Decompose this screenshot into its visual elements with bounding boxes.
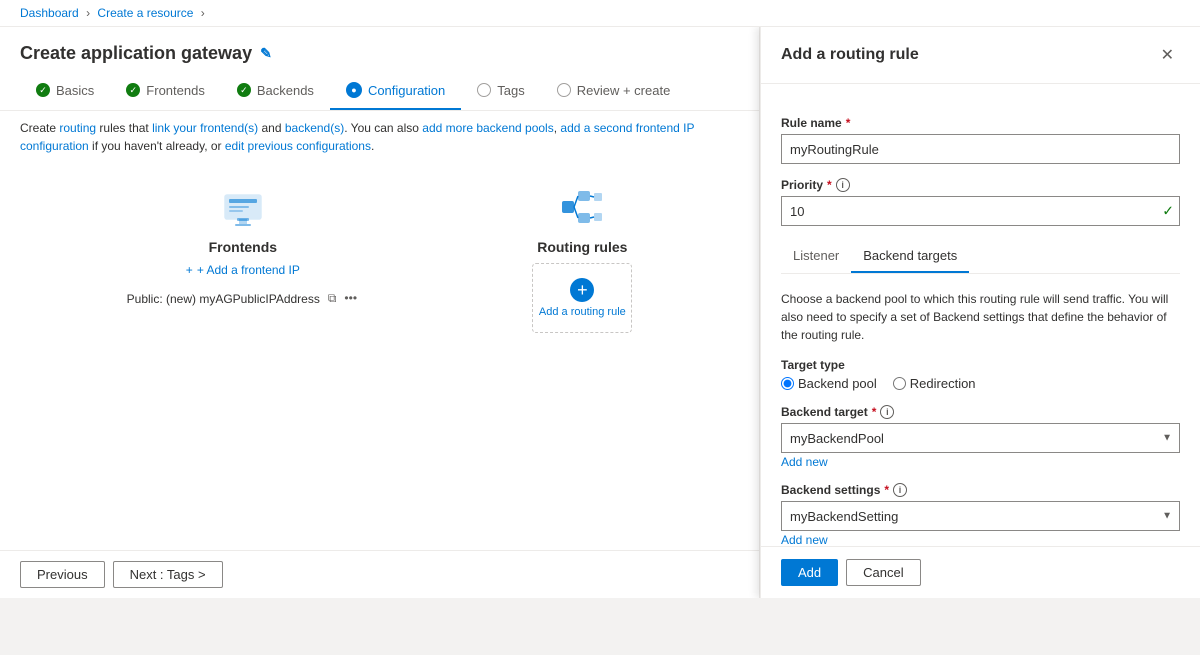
frontends-label: Frontends bbox=[209, 239, 277, 255]
info-text: Create routing rules that link your fron… bbox=[0, 111, 759, 163]
backend-pool-radio-label[interactable]: Backend pool bbox=[781, 376, 877, 391]
wizard-tabs: ✓ Basics ✓ Frontends ✓ Backends ● Config… bbox=[0, 72, 759, 111]
review-circle-icon bbox=[557, 83, 571, 97]
backend-pool-radio[interactable] bbox=[781, 377, 794, 390]
add-routing-rule-box[interactable]: + Add a routing rule bbox=[532, 263, 632, 333]
redirection-radio[interactable] bbox=[893, 377, 906, 390]
tab-review[interactable]: Review + create bbox=[541, 72, 687, 110]
choose-backend-desc: Choose a backend pool to which this rout… bbox=[781, 290, 1180, 344]
redirection-radio-label[interactable]: Redirection bbox=[893, 376, 976, 391]
side-panel-header: Add a routing rule ✕ bbox=[761, 27, 1200, 84]
breadcrumb-create-resource[interactable]: Create a resource bbox=[97, 6, 193, 20]
frontend-item-actions: ⧉ ••• bbox=[326, 289, 359, 308]
frontends-check-icon: ✓ bbox=[126, 83, 140, 97]
tags-circle-icon bbox=[477, 83, 491, 97]
frontend-copy-icon[interactable]: ⧉ bbox=[326, 289, 339, 308]
priority-group: Priority * i ✓ bbox=[781, 178, 1180, 226]
next-tags-button[interactable]: Next : Tags > bbox=[113, 561, 223, 588]
tab-basics[interactable]: ✓ Basics bbox=[20, 72, 110, 110]
priority-input[interactable] bbox=[781, 196, 1180, 226]
priority-input-wrapper: ✓ bbox=[781, 196, 1180, 226]
backend-settings-group: Backend settings * i myBackendSetting ▼ … bbox=[781, 483, 1180, 546]
priority-check-icon: ✓ bbox=[1162, 203, 1174, 220]
backend-target-select[interactable]: myBackendPool bbox=[781, 423, 1180, 453]
plus-icon: + bbox=[570, 278, 594, 302]
breadcrumb: Dashboard › Create a resource › bbox=[0, 0, 1200, 27]
canvas-area: Frontends + + Add a frontend IP Public: … bbox=[0, 163, 759, 550]
frontends-node: Frontends + + Add a frontend IP Public: … bbox=[127, 183, 359, 308]
backend-target-label: Backend target * i bbox=[781, 405, 1180, 419]
configuration-active-icon: ● bbox=[346, 82, 362, 98]
routing-rules-icon bbox=[558, 183, 606, 231]
frontend-more-icon[interactable]: ••• bbox=[342, 289, 359, 308]
backend-settings-info-icon: i bbox=[893, 483, 907, 497]
link-backend[interactable]: backend(s) bbox=[285, 121, 344, 135]
add-new-settings-link[interactable]: Add new bbox=[781, 533, 1180, 546]
backend-settings-label: Backend settings * i bbox=[781, 483, 1180, 497]
priority-info-icon: i bbox=[836, 178, 850, 192]
link-frontend[interactable]: link your frontend(s) bbox=[152, 121, 258, 135]
page-title-row: Create application gateway ✎ bbox=[20, 43, 739, 64]
backend-target-info-icon: i bbox=[880, 405, 894, 419]
previous-button[interactable]: Previous bbox=[20, 561, 105, 588]
add-frontend-ip-link[interactable]: + + Add a frontend IP bbox=[186, 263, 300, 277]
frontends-icon bbox=[219, 183, 267, 231]
frontends-svg-icon bbox=[219, 183, 267, 231]
target-type-group: Target type Backend pool Redirection bbox=[781, 358, 1180, 391]
frontend-item: Public: (new) myAGPublicIPAddress ⧉ ••• bbox=[127, 289, 359, 308]
footer: Previous Next : Tags > bbox=[0, 550, 759, 598]
right-panel: Add a routing rule ✕ Rule name * Priorit… bbox=[760, 27, 1200, 598]
tab-backend-targets[interactable]: Backend targets bbox=[851, 240, 969, 273]
breadcrumb-dashboard[interactable]: Dashboard bbox=[20, 6, 79, 20]
page-header: Create application gateway ✎ bbox=[0, 27, 759, 72]
tab-tags[interactable]: Tags bbox=[461, 72, 540, 110]
side-panel-body: Rule name * Priority * i ✓ bbox=[761, 84, 1200, 546]
tab-configuration[interactable]: ● Configuration bbox=[330, 72, 461, 110]
side-panel-footer: Add Cancel bbox=[761, 546, 1200, 598]
basics-check-icon: ✓ bbox=[36, 83, 50, 97]
link-add-pools[interactable]: add more backend pools bbox=[422, 121, 553, 135]
routing-link[interactable]: routing bbox=[59, 121, 96, 135]
link-edit-prev[interactable]: edit previous configurations bbox=[225, 139, 371, 153]
add-new-backend-link[interactable]: Add new bbox=[781, 455, 1180, 469]
target-type-radio-group: Backend pool Redirection bbox=[781, 376, 1180, 391]
cancel-button[interactable]: Cancel bbox=[846, 559, 920, 586]
routing-rules-node: Routing rules + Add a routing rule bbox=[532, 183, 632, 333]
main-container: Create application gateway ✎ ✓ Basics ✓ … bbox=[0, 27, 1200, 598]
tab-frontends[interactable]: ✓ Frontends bbox=[110, 72, 221, 110]
edit-title-icon[interactable]: ✎ bbox=[260, 45, 272, 62]
side-panel-title: Add a routing rule bbox=[781, 46, 919, 64]
add-button[interactable]: Add bbox=[781, 559, 838, 586]
rule-name-input[interactable] bbox=[781, 134, 1180, 164]
rule-name-label: Rule name * bbox=[781, 116, 1180, 130]
tab-listener[interactable]: Listener bbox=[781, 240, 851, 273]
routing-svg-icon bbox=[558, 183, 606, 231]
rule-name-group: Rule name * bbox=[781, 116, 1180, 164]
backend-target-select-wrapper: myBackendPool ▼ bbox=[781, 423, 1180, 453]
left-panel: Create application gateway ✎ ✓ Basics ✓ … bbox=[0, 27, 760, 598]
inner-tabs: Listener Backend targets bbox=[781, 240, 1180, 274]
tab-backends[interactable]: ✓ Backends bbox=[221, 72, 330, 110]
backend-settings-select-wrapper: myBackendSetting ▼ bbox=[781, 501, 1180, 531]
backends-check-icon: ✓ bbox=[237, 83, 251, 97]
page-title: Create application gateway bbox=[20, 43, 252, 64]
close-panel-button[interactable]: ✕ bbox=[1155, 43, 1180, 67]
priority-label: Priority * i bbox=[781, 178, 1180, 192]
backend-settings-select[interactable]: myBackendSetting bbox=[781, 501, 1180, 531]
target-type-label: Target type bbox=[781, 358, 1180, 372]
routing-rules-label: Routing rules bbox=[537, 239, 627, 255]
backend-target-group: Backend target * i myBackendPool ▼ Add n… bbox=[781, 405, 1180, 469]
